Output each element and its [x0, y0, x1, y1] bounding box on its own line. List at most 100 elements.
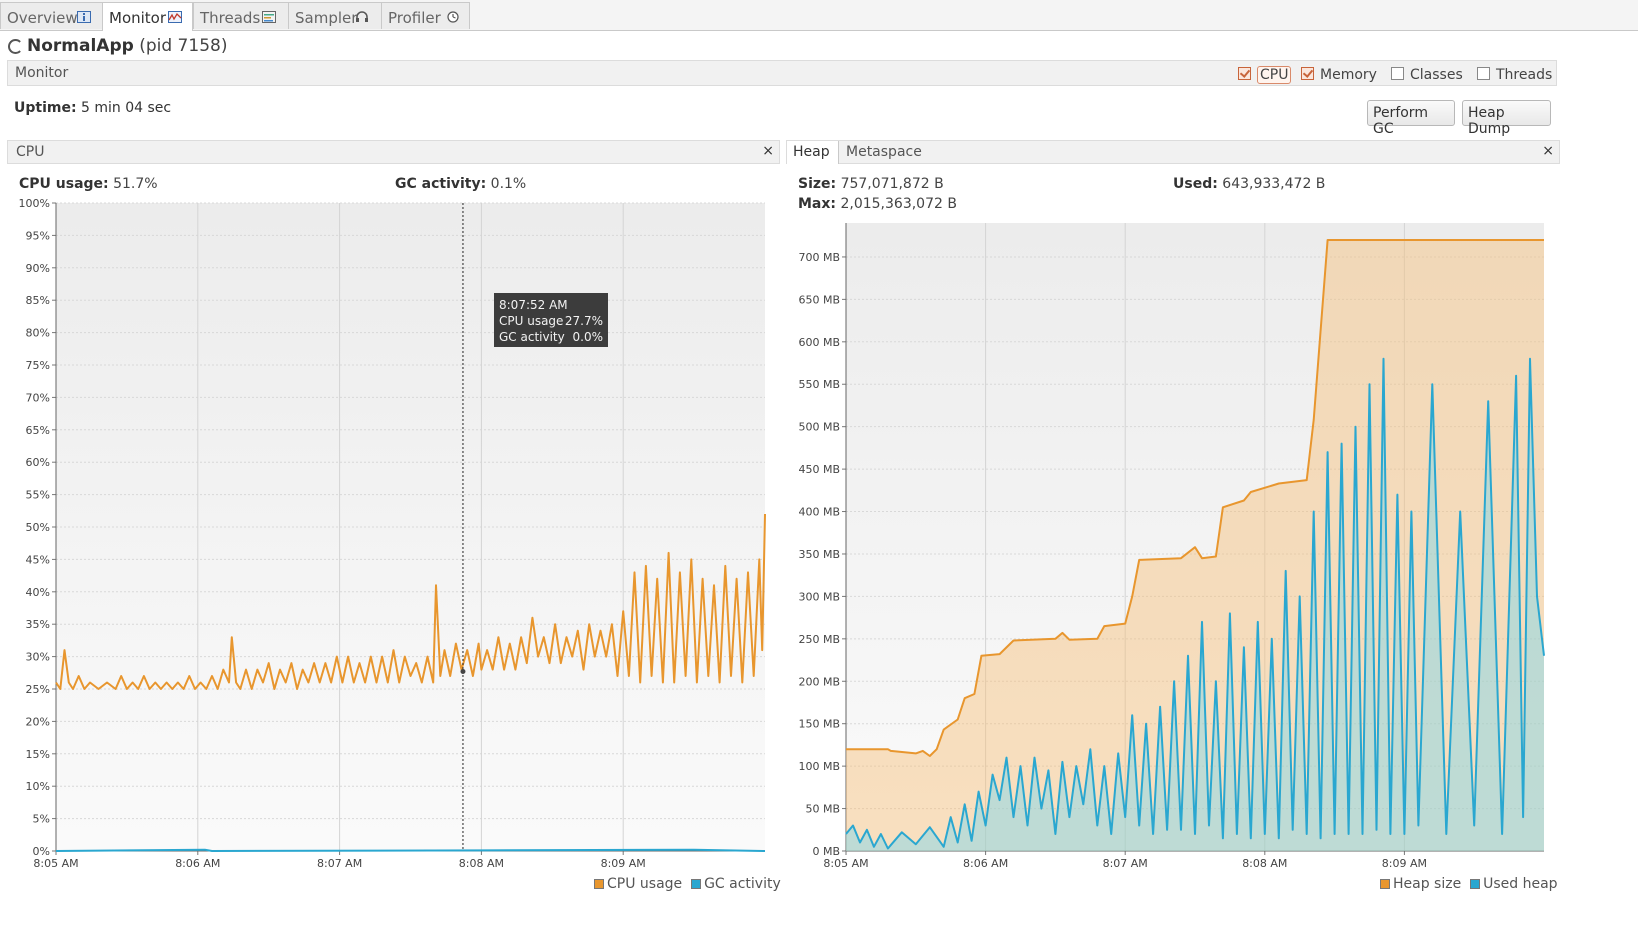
y-tick-label: 100%: [19, 197, 50, 210]
checkbox-classes[interactable]: Classes: [1391, 67, 1463, 83]
gc-activity-stat: GC activity: 0.1%: [395, 176, 527, 192]
checkbox-checked-icon: [1238, 67, 1251, 80]
y-tick-label: 45%: [26, 553, 50, 566]
cpu-chart[interactable]: 0%5%10%15%20%25%30%35%40%45%50%55%60%65%…: [0, 195, 785, 875]
y-tick-label: 100 MB: [798, 760, 840, 773]
uptime: Uptime: 5 min 04 sec: [14, 100, 172, 116]
cpu-legend: CPU usage GC activity: [594, 876, 781, 892]
x-tick-label: 8:06 AM: [963, 857, 1008, 870]
y-tick-label: 700 MB: [798, 251, 840, 264]
cpu-panel-header: CPU ×: [7, 140, 780, 164]
checkbox-unchecked-icon: [1391, 67, 1404, 80]
y-tick-label: 25%: [26, 683, 50, 696]
legend-swatch: [1380, 879, 1390, 889]
y-tick-label: 400 MB: [798, 506, 840, 519]
y-tick-label: 75%: [26, 359, 50, 372]
monitor-section-header: Monitor CPU Memory Classes Threads: [7, 60, 1557, 86]
y-tick-label: 50 MB: [805, 803, 840, 816]
y-tick-label: 5%: [33, 813, 50, 826]
legend-item-gc-activity[interactable]: GC activity: [691, 876, 781, 892]
x-tick-label: 8:09 AM: [601, 857, 646, 870]
tab-bar: Overview Monitor Threads Sampler Profile…: [0, 0, 1638, 31]
monitor-icon: [168, 11, 182, 23]
heap-size-stat: Size: 757,071,872 B: [798, 176, 944, 192]
legend-item-used-heap[interactable]: Used heap: [1470, 876, 1558, 892]
y-tick-label: 300 MB: [798, 590, 840, 603]
y-tick-label: 150 MB: [798, 718, 840, 731]
x-tick-label: 8:07 AM: [1103, 857, 1148, 870]
cpu-usage-stat: CPU usage: 51.7%: [19, 176, 158, 192]
close-icon[interactable]: ×: [762, 143, 774, 159]
series-line-gc-activity: [55, 848, 766, 852]
refresh-spinner-icon: [8, 38, 23, 54]
legend-swatch: [594, 879, 604, 889]
checkbox-memory[interactable]: Memory: [1301, 67, 1377, 83]
x-tick-label: 8:08 AM: [459, 857, 504, 870]
close-icon[interactable]: ×: [1542, 143, 1554, 159]
x-tick-label: 8:07 AM: [317, 857, 362, 870]
x-tick-label: 8:05 AM: [33, 857, 78, 870]
y-tick-label: 10%: [26, 780, 50, 793]
threads-icon: [262, 11, 276, 23]
y-tick-label: 55%: [26, 489, 50, 502]
y-tick-label: 650 MB: [798, 293, 840, 306]
y-tick-label: 20%: [26, 715, 50, 728]
y-tick-label: 95%: [26, 229, 50, 242]
y-tick-label: 350 MB: [798, 548, 840, 561]
y-tick-label: 250 MB: [798, 633, 840, 646]
y-tick-label: 60%: [26, 456, 50, 469]
x-tick-label: 8:06 AM: [175, 857, 220, 870]
x-tick-label: 8:05 AM: [823, 857, 868, 870]
legend-swatch: [691, 879, 702, 889]
heap-used-stat: Used: 643,933,472 B: [1173, 176, 1326, 192]
legend-item-heap-size[interactable]: Heap size: [1380, 876, 1461, 892]
x-tick-label: 8:08 AM: [1242, 857, 1287, 870]
checkbox-checked-icon: [1301, 67, 1314, 80]
tab-profiler[interactable]: Profiler: [381, 2, 470, 29]
y-tick-label: 600 MB: [798, 336, 840, 349]
heap-chart[interactable]: 0 MB50 MB100 MB150 MB200 MB250 MB300 MB3…: [786, 215, 1556, 875]
x-tick-label: 8:09 AM: [1382, 857, 1427, 870]
monitor-label: Monitor: [15, 65, 69, 81]
y-tick-label: 50%: [26, 521, 50, 534]
heap-panel-header: Heap Metaspace ×: [786, 140, 1560, 164]
y-tick-label: 200 MB: [798, 675, 840, 688]
profiler-icon: [447, 11, 459, 23]
tab-monitor[interactable]: Monitor: [102, 2, 193, 31]
y-tick-label: 85%: [26, 294, 50, 307]
tab-overview[interactable]: Overview: [0, 2, 103, 29]
checkbox-threads[interactable]: Threads: [1477, 67, 1552, 83]
y-tick-label: 40%: [26, 586, 50, 599]
tab-threads[interactable]: Threads: [193, 2, 289, 29]
plot-area: [56, 203, 765, 851]
checkbox-unchecked-icon: [1477, 67, 1490, 80]
checkbox-cpu[interactable]: CPU: [1238, 66, 1292, 84]
y-tick-label: 90%: [26, 262, 50, 275]
app-name: NormalApp: [27, 36, 134, 56]
y-tick-label: 70%: [26, 391, 50, 404]
heap-dump-button[interactable]: Heap Dump: [1462, 100, 1551, 137]
app-title: NormalApp (pid 7158): [8, 36, 227, 58]
y-tick-label: 500 MB: [798, 421, 840, 434]
heap-max-stat: Max: 2,015,363,072 B: [798, 196, 957, 212]
chart-tooltip: 8:07:52 AM CPU usage 27.7% GC activity 0.0…: [494, 293, 608, 347]
y-tick-label: 35%: [26, 618, 50, 631]
tab-heap[interactable]: Heap: [787, 141, 839, 164]
sampler-icon: [356, 11, 368, 22]
crosshair-point: [460, 669, 466, 675]
cpu-panel-title: CPU: [16, 144, 45, 160]
app-pid: (pid 7158): [139, 36, 228, 56]
info-icon: [77, 11, 91, 23]
y-tick-label: 65%: [26, 424, 50, 437]
legend-swatch: [1470, 879, 1481, 889]
y-tick-label: 30%: [26, 651, 50, 664]
y-tick-label: 450 MB: [798, 463, 840, 476]
y-tick-label: 550 MB: [798, 378, 840, 391]
tab-metaspace[interactable]: Metaspace: [840, 141, 928, 164]
y-tick-label: 80%: [26, 327, 50, 340]
legend-item-cpu-usage[interactable]: CPU usage: [594, 876, 682, 892]
tab-sampler[interactable]: Sampler: [288, 2, 382, 29]
heap-legend: Heap size Used heap: [1380, 876, 1558, 892]
perform-gc-button[interactable]: Perform GC: [1367, 100, 1455, 137]
y-tick-label: 15%: [26, 748, 50, 761]
